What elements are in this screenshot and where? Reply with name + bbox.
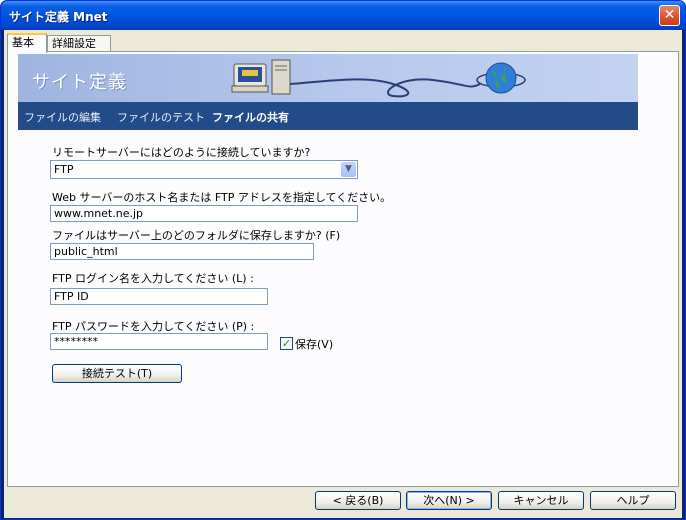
close-icon: ✕ — [663, 7, 676, 23]
host-input[interactable] — [50, 205, 358, 222]
basic-panel: サイト定義 ファイルの編集 ファイルのテスト ファイルの共有 リモートサーバーに… — [7, 51, 679, 487]
tab-advanced-label: 詳細設定 — [52, 37, 96, 50]
dialog-client: 基本 詳細設定 サイト定義 ファイルの編集 ファイルのテスト ファイルの共有 リ… — [4, 30, 682, 518]
banner-title: サイト定義 — [32, 72, 127, 93]
login-input[interactable] — [50, 288, 268, 305]
cancel-button[interactable]: キャンセル — [498, 491, 584, 510]
password-label: FTP パスワードを入力してください (P) : — [52, 320, 255, 333]
test-connection-button[interactable]: 接続テスト(T) — [52, 364, 182, 383]
site-definition-window: サイト定義 Mnet ✕ 基本 詳細設定 サイト定義 ファイルの編集 ファイルの… — [0, 0, 686, 520]
chevron-down-icon[interactable]: ▼ — [341, 162, 356, 177]
step-share-files: ファイルの共有 — [212, 111, 289, 124]
connection-label: リモートサーバーにはどのように接続していますか? — [52, 146, 311, 159]
tab-basic[interactable]: 基本 — [7, 33, 47, 53]
tab-advanced[interactable]: 詳細設定 — [47, 35, 111, 52]
server-computer-icon — [231, 59, 291, 95]
folder-input[interactable] — [50, 243, 314, 260]
connection-select-value: FTP — [54, 163, 74, 176]
step-edit-files: ファイルの編集 — [24, 111, 101, 124]
network-cable — [289, 78, 481, 98]
save-password-label[interactable]: 保存(V) — [295, 336, 333, 352]
window-title: サイト定義 Mnet — [9, 10, 108, 24]
help-button[interactable]: ヘルプ — [590, 491, 676, 510]
title-bar[interactable]: サイト定義 Mnet ✕ — [1, 1, 685, 30]
host-label: Web サーバーのホスト名または FTP アドレスを指定してください。 — [52, 191, 392, 204]
back-button[interactable]: < 戻る(B) — [315, 491, 401, 510]
next-button[interactable]: 次へ(N) > — [406, 491, 492, 510]
globe-icon — [476, 62, 526, 94]
password-input[interactable] — [50, 333, 268, 350]
tab-basic-label: 基本 — [12, 36, 34, 49]
connection-select[interactable]: FTP ▼ — [50, 160, 358, 179]
wizard-steps-bar: ファイルの編集 ファイルのテスト ファイルの共有 — [18, 102, 638, 130]
close-button[interactable]: ✕ — [659, 5, 680, 26]
step-test-files: ファイルのテスト — [117, 111, 205, 124]
server-globe-illustration — [231, 59, 526, 98]
wizard-banner: サイト定義 — [18, 54, 638, 102]
login-label: FTP ログイン名を入力してください (L) : — [52, 272, 254, 285]
folder-label: ファイルはサーバー上のどのフォルダに保存しますか? (F) — [52, 229, 341, 242]
save-password-checkbox[interactable]: ✓ — [280, 337, 293, 350]
